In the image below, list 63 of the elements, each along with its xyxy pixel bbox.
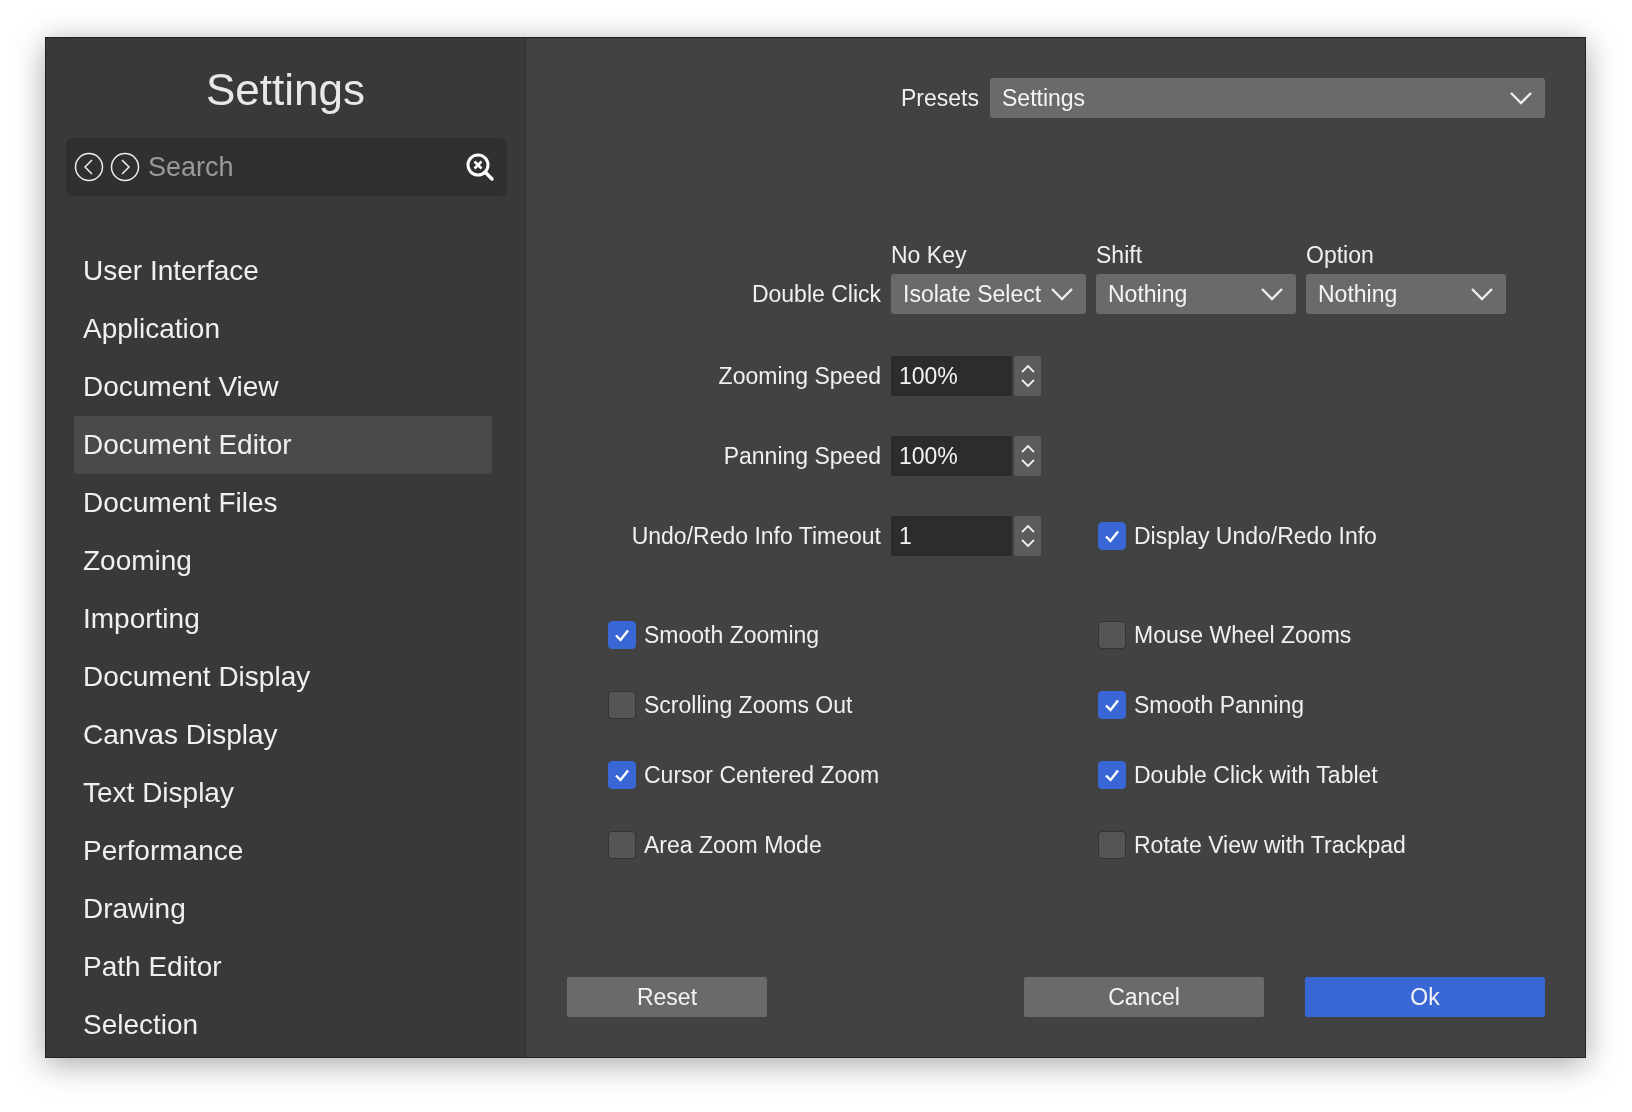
sidebar-item[interactable]: User Interface: [74, 242, 492, 300]
column-heading: Shift: [1096, 242, 1144, 268]
sidebar-item[interactable]: Document Files: [74, 474, 492, 532]
sidebar-item[interactable]: Document View: [74, 358, 492, 416]
sidebar-item[interactable]: Text Display: [74, 764, 492, 822]
forward-icon[interactable]: [110, 152, 140, 182]
checkbox[interactable]: [1098, 831, 1126, 859]
sidebar-item[interactable]: Selection: [74, 996, 492, 1054]
checkbox-label: Smooth Panning: [1134, 691, 1305, 719]
double-click-label: Double Click: [750, 280, 881, 308]
field-label: Zooming Speed: [717, 362, 881, 390]
sidebar-item[interactable]: Document Display: [74, 648, 492, 706]
presets-label: Presets: [901, 84, 979, 112]
checkbox-label: Double Click with Tablet: [1134, 761, 1378, 789]
checkbox[interactable]: [608, 691, 636, 719]
sidebar-item[interactable]: Drawing: [74, 880, 492, 938]
search-bar[interactable]: Search: [66, 138, 507, 196]
checkbox-label: Mouse Wheel Zooms: [1134, 621, 1352, 649]
checkbox[interactable]: [608, 831, 636, 859]
sidebar-item[interactable]: Application: [74, 300, 492, 358]
checkbox-label: Cursor Centered Zoom: [644, 761, 880, 789]
sidebar-item[interactable]: Path Editor: [74, 938, 492, 996]
caret-icon: [1509, 91, 1533, 105]
caret-icon: [1050, 287, 1074, 301]
number-field[interactable]: 100%: [891, 436, 1012, 476]
sidebar-item[interactable]: Performance: [74, 822, 492, 880]
checkbox[interactable]: [1098, 691, 1126, 719]
checkbox-label: Scrolling Zooms Out: [644, 691, 853, 719]
column-heading: Option: [1306, 242, 1375, 268]
back-icon[interactable]: [74, 152, 104, 182]
stepper-button[interactable]: [1014, 516, 1041, 556]
caret-icon: [1260, 287, 1284, 301]
checkbox-label: Smooth Zooming: [644, 621, 820, 649]
dialog-button[interactable]: Reset: [567, 977, 767, 1017]
checkbox-label: Display Undo/Redo Info: [1134, 522, 1377, 550]
search-field[interactable]: Search: [146, 150, 459, 184]
sidebar-title: Settings: [205, 64, 366, 116]
checkbox[interactable]: [608, 621, 636, 649]
caret-icon: [1470, 287, 1494, 301]
action-dropdown[interactable]: Nothing: [1306, 274, 1506, 314]
sidebar-item[interactable]: Document Editor: [74, 416, 492, 474]
number-field[interactable]: 1: [891, 516, 1012, 556]
stepper-button[interactable]: [1014, 436, 1041, 476]
sidebar-item[interactable]: Zooming: [74, 532, 492, 590]
checkbox[interactable]: [1098, 621, 1126, 649]
checkbox[interactable]: [608, 761, 636, 789]
clear-search-icon[interactable]: [465, 152, 495, 182]
sidebar-item[interactable]: Importing: [74, 590, 492, 648]
checkbox-label: Rotate View with Trackpad: [1134, 831, 1406, 859]
dialog-button[interactable]: Cancel: [1024, 977, 1264, 1017]
action-dropdown[interactable]: Nothing: [1096, 274, 1296, 314]
number-field[interactable]: 100%: [891, 356, 1012, 396]
stepper-button[interactable]: [1014, 356, 1041, 396]
action-dropdown[interactable]: Isolate Select: [891, 274, 1086, 314]
presets-dropdown[interactable]: Settings: [990, 78, 1545, 118]
column-heading: No Key: [891, 242, 968, 268]
checkbox-label: Area Zoom Mode: [644, 831, 822, 859]
field-label: Undo/Redo Info Timeout: [630, 522, 881, 550]
field-label: Panning Speed: [722, 442, 881, 470]
checkbox[interactable]: [1098, 522, 1126, 550]
checkbox[interactable]: [1098, 761, 1126, 789]
ok-button[interactable]: Ok: [1305, 977, 1545, 1017]
sidebar-item[interactable]: Canvas Display: [74, 706, 492, 764]
